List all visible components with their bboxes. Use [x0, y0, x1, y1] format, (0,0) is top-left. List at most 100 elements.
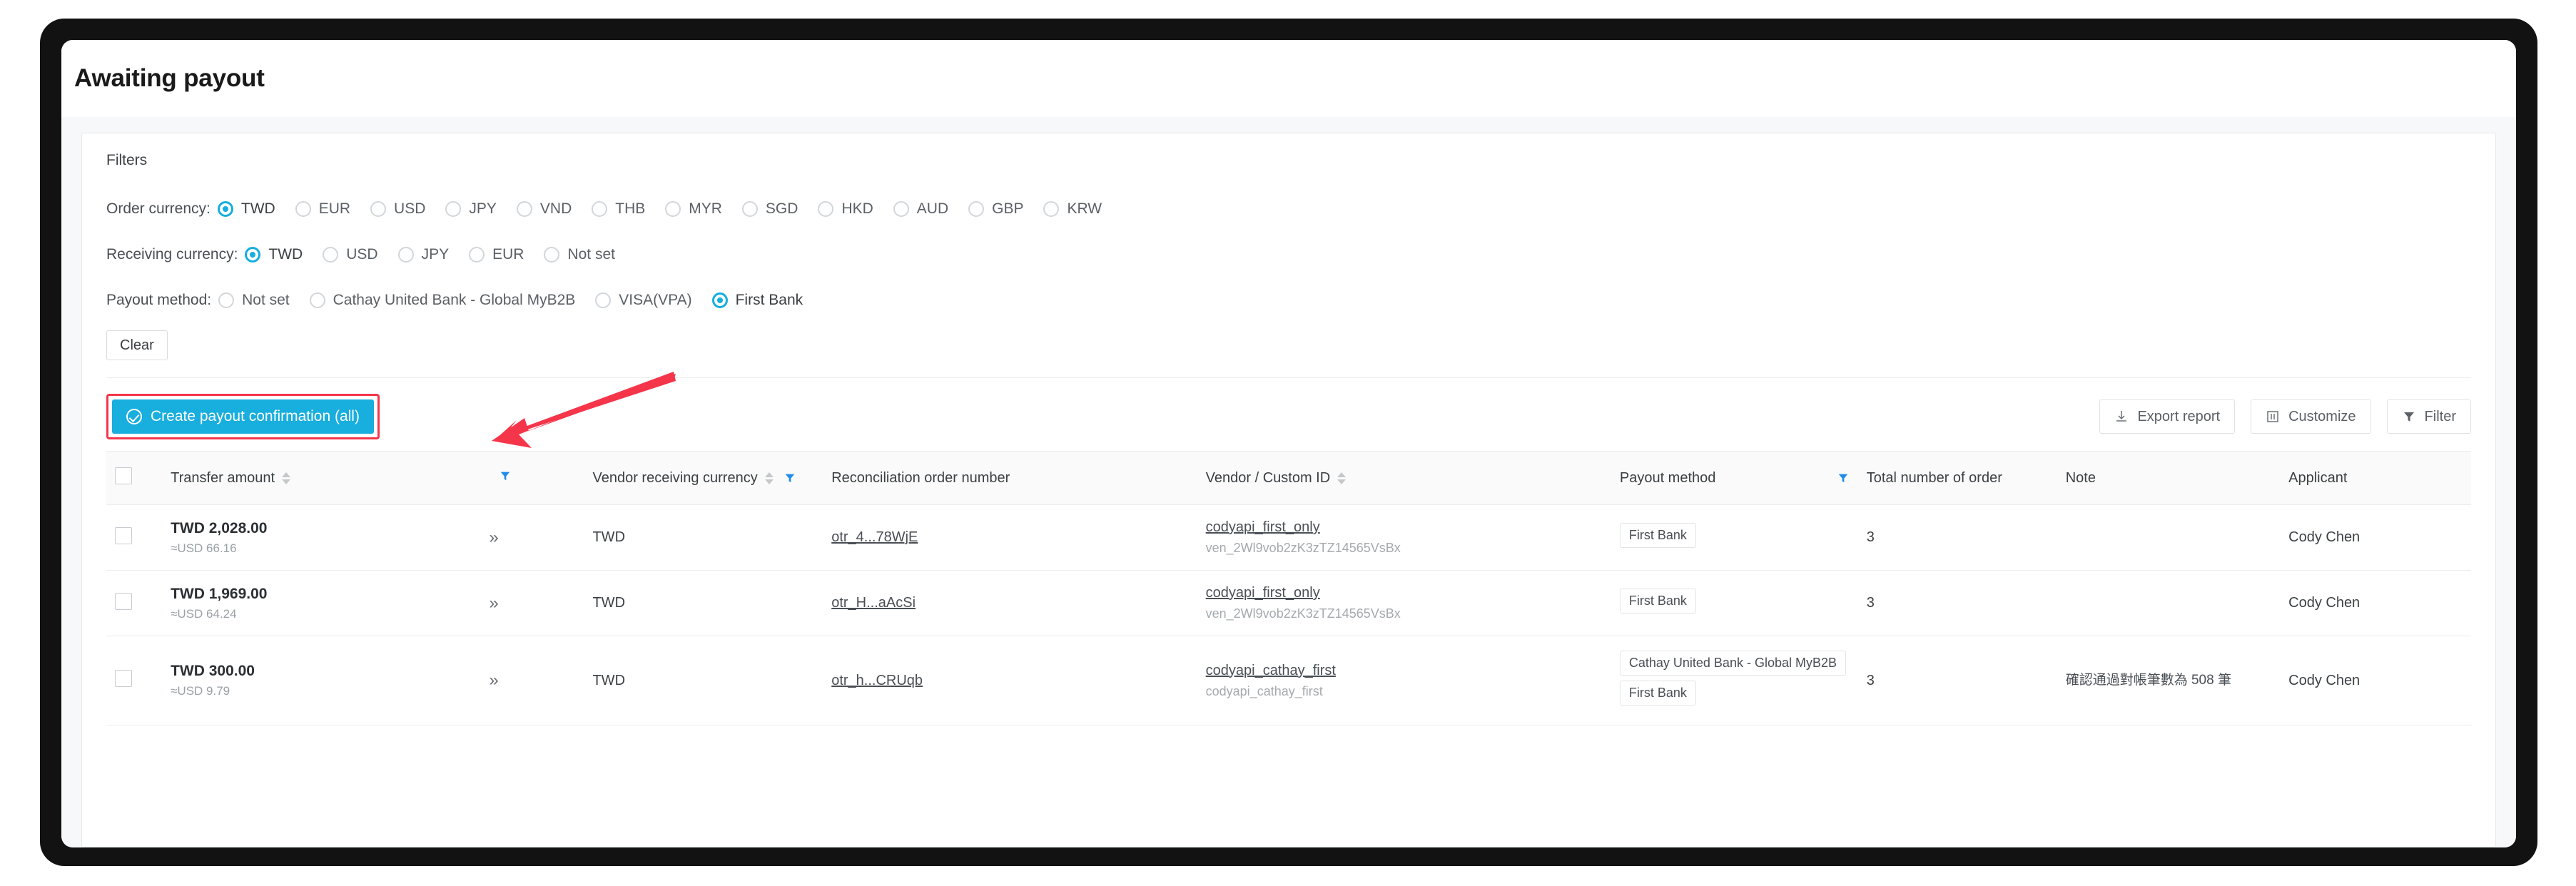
radio-order-currency-sgd[interactable]: SGD [741, 200, 798, 218]
radio-label: Not set [567, 246, 615, 263]
radio-order-currency-usd[interactable]: USD [370, 200, 425, 218]
cell-vendor-custom-id: codyapi_cathay_first codyapi_cathay_first [1197, 636, 1611, 725]
reconciliation-order-link[interactable]: otr_H...aAcSi [831, 595, 916, 611]
table-row: TWD 1,969.00 ≈USD 64.24 » TWD otr_H...aAcSi c… [106, 570, 2471, 636]
cell-vendor-receiving-currency: TWD [584, 504, 823, 571]
radio-order-currency-aud[interactable]: AUD [893, 200, 948, 218]
th-transfer-amount-filter[interactable] [480, 451, 584, 505]
radio-receiving-currency-not-set[interactable]: Not set [544, 246, 615, 263]
radio-receiving-currency-jpy[interactable]: JPY [397, 246, 449, 263]
row-checkbox[interactable] [115, 670, 132, 687]
vendor-name-link[interactable]: codyapi_first_only [1206, 519, 1320, 535]
cell-expand[interactable]: » [480, 570, 584, 636]
filters-divider [106, 377, 2471, 378]
transfer-amount-usd: ≈USD 9.79 [171, 684, 230, 698]
radio-payout-method-cathay[interactable]: Cathay United Bank - Global MyB2B [309, 292, 576, 309]
cell-applicant: Cody Chen [2280, 570, 2471, 636]
sort-icon[interactable] [1337, 472, 1347, 484]
th-transfer-amount[interactable]: Transfer amount [162, 451, 481, 505]
th-total-number-of-order-label: Total number of order [1866, 469, 2002, 486]
chevron-double-right-icon[interactable]: » [489, 594, 498, 613]
filter-button[interactable]: Filter [2386, 399, 2471, 434]
radio-payout-method-first-bank[interactable]: First Bank [711, 292, 803, 309]
funnel-filter-icon[interactable] [499, 469, 512, 482]
cell-vendor-receiving-currency: TWD [584, 570, 823, 636]
radio-order-currency-thb[interactable]: THB [592, 200, 645, 218]
row-select-cell [106, 570, 163, 636]
chevron-double-right-icon[interactable]: » [489, 671, 498, 690]
cell-transfer-amount: TWD 2,028.00 ≈USD 66.16 [162, 504, 481, 571]
radio-order-currency-twd[interactable]: TWD [217, 200, 275, 218]
primary-button-highlight: Create payout confirmation (all) [106, 394, 380, 439]
radio-dot-icon [711, 292, 728, 308]
screenshot-root: Awaiting payout Filters Order currency: … [0, 0, 2576, 886]
clear-filters-button[interactable]: Clear [106, 330, 168, 360]
radio-label: TWD [268, 246, 303, 263]
sort-icon[interactable] [282, 472, 291, 484]
radio-label: USD [346, 246, 378, 263]
radio-label: THB [615, 200, 646, 217]
cell-expand[interactable]: » [480, 636, 584, 725]
page-title: Awaiting payout [74, 64, 265, 92]
transfer-amount-value: TWD 2,028.00 [171, 519, 268, 536]
table-row: TWD 300.00 ≈USD 9.79» TWD otr_h...CRUqb cody… [106, 636, 2471, 725]
vendor-name-link[interactable]: codyapi_cathay_first [1206, 663, 1336, 678]
select-all-checkbox[interactable] [115, 467, 132, 484]
funnel-filter-icon[interactable] [784, 472, 796, 484]
radio-order-currency-vnd[interactable]: VND [516, 200, 572, 218]
funnel-icon [2403, 412, 2414, 422]
cell-total-number-of-order: 3 [1857, 570, 2057, 636]
note-value: 確認通過對帳筆數為 508 筆 [2065, 673, 2231, 688]
th-note-label: Note [2065, 469, 2096, 486]
radio-receiving-currency-eur[interactable]: EUR [469, 246, 524, 263]
create-payout-confirmation-button[interactable]: Create payout confirmation (all) [112, 399, 374, 434]
filter-row-receiving-currency: Receiving currency: TWD USD JPY EUR Not … [106, 232, 2471, 277]
radio-label: SGD [765, 200, 798, 217]
export-report-button[interactable]: Export report [2099, 399, 2236, 434]
radio-order-currency-krw[interactable]: KRW [1043, 200, 1102, 218]
filter-row-payout-method: Payout method: Not set Cathay United Ban… [106, 277, 2471, 323]
chevron-double-right-icon[interactable]: » [489, 528, 498, 547]
table-header-row: Transfer amount Vendor receiving currenc… [106, 451, 2471, 505]
th-vendor-receiving-currency-label: Vendor receiving currency [592, 469, 758, 486]
customize-button[interactable]: Customize [2251, 399, 2371, 434]
radio-dot-icon [968, 201, 985, 217]
radio-order-currency-eur[interactable]: EUR [295, 200, 350, 218]
row-checkbox[interactable] [115, 592, 132, 610]
radio-receiving-currency-usd[interactable]: USD [323, 246, 378, 263]
radio-receiving-currency-twd[interactable]: TWD [245, 246, 303, 263]
row-checkbox[interactable] [115, 526, 132, 544]
cell-vendor-custom-id: codyapi_first_only ven_2Wl9vob2zK3zTZ1456… [1197, 570, 1611, 636]
radio-label: Cathay United Bank - Global MyB2B [333, 292, 576, 308]
th-vendor-receiving-currency[interactable]: Vendor receiving currency [584, 451, 823, 505]
radio-dot-icon [370, 201, 387, 217]
columns-icon [2267, 411, 2278, 422]
filters-heading: Filters [106, 152, 148, 168]
red-arrow-annotation [492, 372, 676, 448]
radio-payout-method-not-set[interactable]: Not set [218, 292, 290, 309]
radio-group-receiving-currency: TWD USD JPY EUR Not set [245, 246, 635, 263]
vendor-name-link[interactable]: codyapi_first_only [1206, 585, 1320, 601]
radio-order-currency-myr[interactable]: MYR [665, 200, 722, 218]
filter-label-receiving-currency: Receiving currency: [106, 246, 238, 263]
reconciliation-order-link[interactable]: otr_4...78WjE [831, 529, 918, 545]
th-vendor-custom-id[interactable]: Vendor / Custom ID [1197, 451, 1611, 505]
radio-order-currency-hkd[interactable]: HKD [818, 200, 873, 218]
cell-expand[interactable]: » [480, 504, 584, 571]
radio-order-currency-gbp[interactable]: GBP [968, 200, 1023, 218]
radio-payout-method-visa-vpa[interactable]: VISA(VPA) [595, 292, 692, 309]
radio-dot-icon [309, 292, 325, 308]
customize-label: Customize [2288, 408, 2356, 424]
radio-order-currency-jpy[interactable]: JPY [445, 200, 497, 218]
funnel-filter-icon[interactable] [1837, 472, 1850, 484]
cell-note [2057, 570, 2281, 636]
radio-dot-icon [893, 201, 909, 217]
radio-group-payout-method: Not set Cathay United Bank - Global MyB2… [218, 292, 823, 309]
radio-dot-icon [592, 201, 608, 217]
sort-icon[interactable] [764, 472, 774, 484]
radio-label: Not set [242, 292, 290, 308]
radio-label: VISA(VPA) [619, 292, 692, 308]
radio-dot-icon [516, 201, 532, 217]
radio-label: MYR [689, 200, 722, 217]
reconciliation-order-link[interactable]: otr_h...CRUqb [831, 673, 923, 688]
